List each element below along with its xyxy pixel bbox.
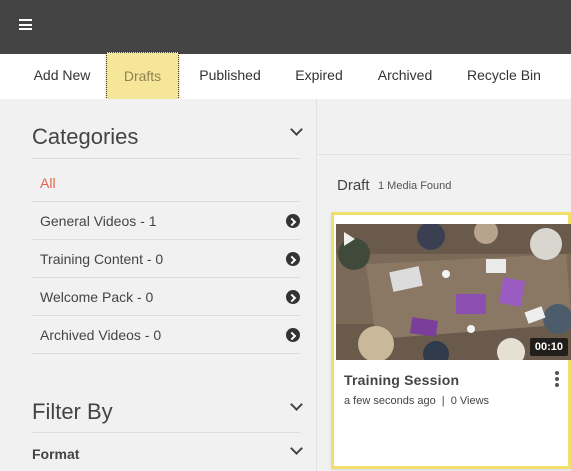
media-count: 1 Media Found [378, 180, 452, 192]
filter-divider [32, 432, 300, 433]
divider [32, 353, 300, 354]
meta-separator: | [441, 395, 445, 407]
media-toolbar [317, 99, 571, 155]
filter-by-title: Filter By [32, 399, 113, 424]
kebab-menu-icon[interactable] [555, 371, 559, 387]
circle-arrow-right-icon[interactable] [286, 290, 300, 304]
tab-bar: Add New Drafts Published Expired Archive… [0, 52, 571, 100]
category-label: General Videos - 1 [40, 213, 157, 229]
category-item-archived-videos[interactable]: Archived Videos - 0 [32, 316, 300, 354]
media-meta: a few seconds ago | 0 Views [344, 395, 489, 407]
duration-badge: 00:10 [529, 338, 568, 356]
category-label: Archived Videos - 0 [40, 327, 162, 343]
category-item-all[interactable]: All [32, 164, 300, 202]
categories-title: Categories [32, 124, 139, 149]
category-item-welcome-pack[interactable]: Welcome Pack - 0 [32, 278, 300, 316]
circle-arrow-right-icon[interactable] [286, 252, 300, 266]
category-item-general-videos[interactable]: General Videos - 1 [32, 202, 300, 240]
top-app-bar [0, 0, 571, 54]
play-icon[interactable] [344, 232, 355, 246]
upload-time: a few seconds ago [344, 395, 436, 407]
tab-archived[interactable]: Archived [370, 54, 440, 99]
section-title: Draft [337, 177, 370, 194]
tab-expired[interactable]: Expired [287, 54, 351, 99]
category-label: All [40, 175, 56, 191]
tab-drafts[interactable]: Drafts [106, 52, 179, 100]
media-card[interactable]: 00:10 Training Session a few seconds ago… [331, 212, 571, 469]
view-count: 0 Views [450, 395, 490, 407]
categories-divider [32, 158, 300, 159]
hamburger-menu-icon[interactable] [19, 19, 32, 30]
video-thumbnail[interactable]: 00:10 [336, 224, 571, 360]
media-title[interactable]: Training Session [344, 372, 459, 388]
circle-arrow-right-icon[interactable] [286, 328, 300, 342]
category-label: Welcome Pack - 0 [40, 289, 154, 305]
category-label: Training Content - 0 [40, 251, 164, 267]
tab-add-new[interactable]: Add New [24, 54, 100, 99]
tab-recycle-bin[interactable]: Recycle Bin [460, 54, 548, 99]
circle-arrow-right-icon[interactable] [286, 214, 300, 228]
format-filter-label[interactable]: Format [32, 446, 79, 462]
tab-published[interactable]: Published [192, 54, 268, 99]
category-item-training-content[interactable]: Training Content - 0 [32, 240, 300, 278]
